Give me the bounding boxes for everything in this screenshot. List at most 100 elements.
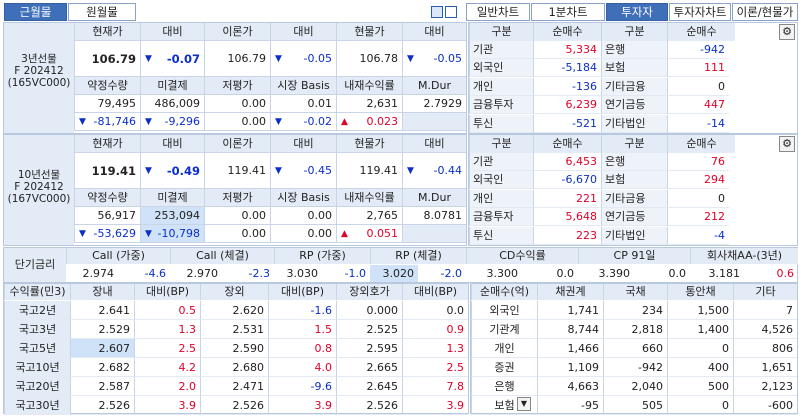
fut3-h2-0: 약정수량 (74, 77, 140, 95)
fut10-v2-3: 0.00 (270, 207, 336, 225)
tab-investor[interactable]: 투자자 (606, 3, 668, 21)
inv2-r1-c1: -6,670 (533, 171, 601, 190)
down-arrow-icon: ▼ (79, 117, 86, 127)
net-r1-c3: 1,400 (667, 320, 733, 339)
yield-r5-c0: 국고30년 (4, 396, 70, 415)
inv1-r4-c0: 투신 (469, 114, 533, 133)
inv1-r1-c3: 111 (667, 59, 729, 78)
yield-r3-c0: 국고10년 (4, 358, 70, 377)
yield-r5-c2: 3.9 (134, 396, 200, 415)
fut3-v3-5 (402, 113, 466, 131)
tab-theory-spot[interactable]: 이론/현물가 (732, 3, 798, 21)
net-head-2: 국채 (603, 284, 667, 300)
down-arrow-icon: ▼ (407, 54, 414, 64)
fut3-v1-0: 106.79 (74, 41, 140, 77)
layout-icon-2[interactable] (445, 6, 457, 18)
inv1-r2-c0: 개인 (469, 77, 533, 96)
up-arrow-icon: ▲ (341, 117, 348, 127)
short-chg-1: -2.3 (248, 267, 270, 280)
inv2-r2-c0: 개인 (469, 189, 533, 208)
net-r1-c2: 2,818 (603, 320, 667, 339)
short-chg-0: -4.6 (144, 267, 166, 280)
fut10-h2-0: 약정수량 (74, 189, 140, 207)
down-arrow-icon: ▼ (145, 166, 152, 176)
net-r3-c2: -942 (603, 358, 667, 377)
short-rate-label: 단기금리 (4, 248, 66, 282)
layout-icon[interactable] (431, 6, 443, 18)
yield-r2-c6: 1.3 (402, 339, 468, 358)
fut10-v2-1: 253,094 (140, 207, 204, 225)
net-head-1: 채권계 (537, 284, 603, 300)
yield-r1-c3: 2.531 (200, 320, 268, 339)
fut10-h1-2: 이론가 (204, 135, 270, 153)
fut10-h2-5: M.Dur (402, 189, 466, 207)
fut10-code: F 202412 (14, 181, 64, 193)
inv1-head-3: 순매수 (667, 23, 735, 41)
fut10-v3-2: 0.00 (204, 225, 270, 243)
yield-r2-c0: 국고5년 (4, 339, 70, 358)
yield-r0-c5: 0.000 (336, 301, 402, 320)
net-r0-c0: 외국인 (471, 301, 537, 320)
yield-r1-c1: 2.529 (70, 320, 134, 339)
yield-r3-c1: 2.682 (70, 358, 134, 377)
net-r4-c4: 2,123 (733, 377, 797, 396)
yield-r4-c3: 2.471 (200, 377, 268, 396)
tab-general-chart[interactable]: 일반차트 (466, 3, 530, 21)
gear-icon[interactable]: ⚙ (779, 136, 795, 152)
yield-r1-c4: 1.5 (268, 320, 336, 339)
net-r1-c0: 기관계 (471, 320, 537, 339)
net-r5-c1: -95 (537, 396, 603, 415)
tab-1min-chart[interactable]: 1분차트 (531, 3, 605, 21)
short-chg-2: -1.0 (344, 267, 366, 280)
net-r4-c1: 4,663 (537, 377, 603, 396)
tab-far-month[interactable]: 원월물 (68, 3, 136, 21)
yield-r5-c1: 2.526 (70, 396, 134, 415)
fut10-v1-3: ▼ -0.45 (270, 153, 336, 189)
net-r4-c2: 2,040 (603, 377, 667, 396)
inv1-r0-c0: 기관 (469, 41, 533, 59)
yield-r3-c4: 4.0 (268, 358, 336, 377)
net-head-3: 통안채 (667, 284, 733, 300)
inv2-r0-c0: 기관 (469, 153, 533, 171)
gear-icon[interactable]: ⚙ (779, 24, 795, 40)
inv1-r2-c1: -136 (533, 77, 601, 96)
fut3-h1-5: 대비 (402, 23, 466, 41)
fut10-h1-3: 대비 (270, 135, 336, 153)
yield-head-4: 대비(BP) (268, 284, 336, 300)
yield-r5-c3: 2.526 (200, 396, 268, 415)
inv2-r1-c2: 보험 (601, 171, 667, 190)
fut10-v1-1: ▼ -0.49 (140, 153, 204, 189)
inv2-head-0: 구분 (469, 135, 533, 153)
net-r2-c1: 1,466 (537, 339, 603, 358)
yield-r1-c2: 1.3 (134, 320, 200, 339)
short-val-6: 3.181 (708, 267, 741, 280)
yield-r4-c0: 국고20년 (4, 377, 70, 396)
inv1-head-1: 순매수 (533, 23, 601, 41)
tab-investor-chart[interactable]: 투자자차트 (669, 3, 731, 21)
fut10-v1-2: 119.41 (204, 153, 270, 189)
fut10-h1-4: 현물가 (336, 135, 402, 153)
inv2-r4-c2: 기타법인 (601, 226, 667, 245)
fut3-v3-3: ▼ -0.02 (270, 113, 336, 131)
yield-r0-c6: 0.0 (402, 301, 468, 320)
yield-r2-c2: 2.5 (134, 339, 200, 358)
up-arrow-icon: ▲ (341, 229, 348, 239)
yield-r2-c5: 2.595 (336, 339, 402, 358)
inv2-r4-c0: 투신 (469, 226, 533, 245)
inv1-r4-c1: -521 (533, 114, 601, 133)
yield-head-0: 수익률(민3) (4, 284, 70, 300)
tab-near-month[interactable]: 근월물 (4, 3, 67, 21)
net-r0-c4: 7 (733, 301, 797, 320)
fut3-h2-2: 저평가 (204, 77, 270, 95)
yield-r5-c4: 3.9 (268, 396, 336, 415)
down-arrow-icon: ▼ (145, 117, 152, 127)
fut10-v2-2: 0.00 (204, 207, 270, 225)
fut3-h2-1: 미결제 (140, 77, 204, 95)
fut10-h2-3: 시장 Basis (270, 189, 336, 207)
net-r0-c3: 1,500 (667, 301, 733, 320)
fut10-h1-0: 현재가 (74, 135, 140, 153)
dropdown-icon[interactable]: ▼ (517, 397, 531, 411)
inv2-r1-c0: 외국인 (469, 171, 533, 190)
net-r4-c3: 500 (667, 377, 733, 396)
net-head-0: 순매수(억) (471, 284, 537, 300)
